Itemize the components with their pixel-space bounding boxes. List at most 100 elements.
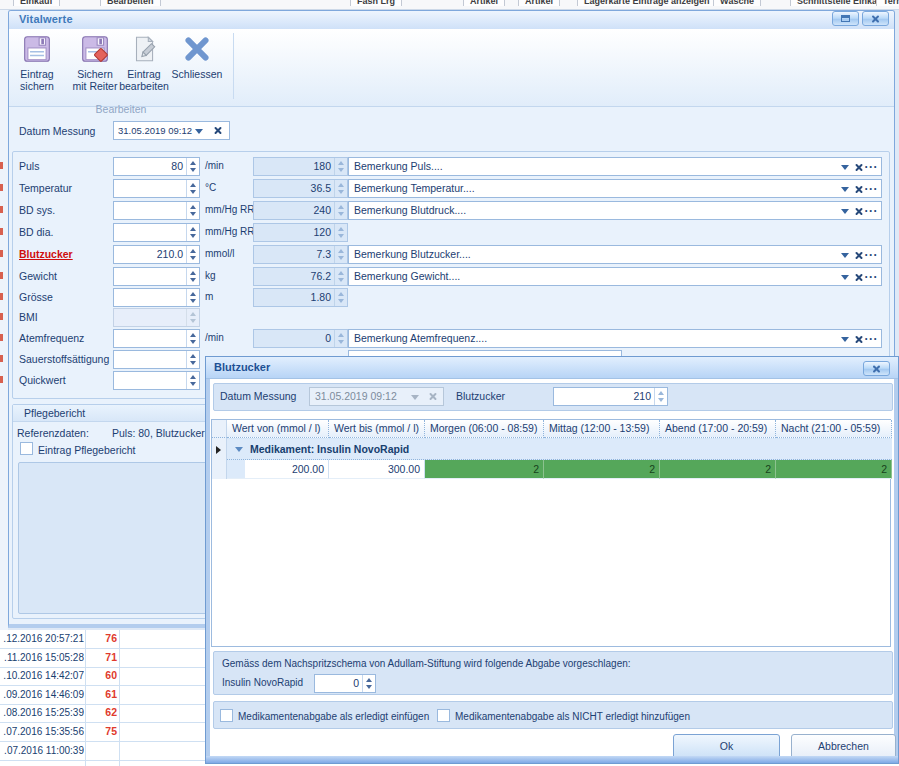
history-value: 60 [86, 669, 117, 681]
insulin-input[interactable]: 0 [314, 674, 376, 693]
vital-value-input[interactable] [113, 179, 200, 198]
history-datetime: .07.2016 15:35:56 [0, 726, 84, 737]
grid-cell-dose[interactable]: 2 [776, 460, 892, 479]
spinner[interactable] [186, 268, 199, 285]
spinner[interactable] [186, 224, 199, 241]
spinner[interactable] [334, 330, 347, 347]
vital-value-input[interactable] [113, 201, 200, 220]
dialog-titlebar[interactable]: Blutzucker [206, 357, 898, 379]
vital-value-input[interactable] [113, 308, 200, 327]
grid-column-header[interactable]: Nacht (21:00 - 05:59) [776, 420, 892, 438]
spinner[interactable] [334, 289, 347, 306]
vital-label: Grösse [19, 291, 53, 303]
nicht-erledigt-checkbox[interactable] [437, 709, 450, 722]
spinner[interactable] [334, 268, 347, 285]
grid-column-header[interactable]: Morgen (06:00 - 08:59) [425, 420, 544, 438]
schema-grid: Wert von (mmol / l)Wert bis (mmol / l)Mo… [211, 419, 891, 647]
spinner[interactable] [186, 372, 199, 389]
vital-remark-combo[interactable]: Bemerkung Blutdruck....··· [348, 201, 882, 220]
grid-column-header[interactable]: Wert bis (mmol / l) [329, 420, 425, 438]
spinner[interactable] [186, 330, 199, 347]
spinner[interactable] [334, 202, 347, 219]
vital-remark-combo[interactable]: Bemerkung Gewicht.... ··· [348, 267, 882, 286]
eintrag-pflegebericht-checkbox[interactable] [20, 442, 33, 455]
spinner[interactable] [334, 224, 347, 241]
background-tab-fragment: Artikel [518, 0, 560, 6]
spinner[interactable] [186, 246, 199, 263]
spinner[interactable] [334, 158, 347, 175]
erledigt-checkbox[interactable] [220, 709, 233, 722]
clear-icon[interactable] [854, 163, 863, 172]
vital-ref-input[interactable]: 120 [253, 223, 348, 242]
vital-value-input[interactable] [113, 371, 200, 390]
background-app-strip: EinkaufBearbeitenFash LrgArtikelArtikelL… [0, 0, 899, 10]
vital-value-input[interactable] [113, 223, 200, 242]
spinner[interactable] [334, 246, 347, 263]
vital-ref-input[interactable]: 240 [253, 201, 348, 220]
history-value: 76 [86, 632, 117, 644]
grid-cell-wert-bis[interactable]: 300.00 [329, 460, 425, 479]
more-icon[interactable]: ··· [865, 204, 879, 218]
grid-column-header[interactable]: Abend (17:00 - 20:59) [660, 420, 776, 438]
more-icon[interactable]: ··· [865, 270, 879, 284]
collapse-icon[interactable] [235, 447, 243, 452]
dialog-blutzucker-input[interactable]: 210 [553, 387, 668, 406]
dialog-datum-combo[interactable]: 31.05.2019 09:12 [309, 387, 444, 406]
more-icon[interactable]: ··· [865, 182, 879, 196]
erledigt-label: Medikamentenabgabe als erledigt einfügen [238, 711, 429, 722]
clear-icon[interactable] [854, 335, 863, 344]
grid-column-header[interactable]: Mittag (12:00 - 13:59) [544, 420, 660, 438]
grid-cell-dose[interactable]: 2 [544, 460, 660, 479]
remark-text: Bemerkung Gewicht.... [354, 270, 460, 282]
more-icon[interactable]: ··· [865, 332, 879, 346]
spinner[interactable] [186, 351, 199, 368]
vital-value-input[interactable] [113, 288, 200, 307]
background-tab-fragment: Bearbeiten [100, 0, 161, 6]
grid-cell-dose[interactable]: 2 [660, 460, 776, 479]
dropdown-icon[interactable] [841, 165, 849, 170]
grid-column-header[interactable]: Wert von (mmol / l) [227, 420, 329, 438]
vital-remark-combo[interactable]: Bemerkung Temperatur....··· [348, 179, 882, 198]
vital-value-input[interactable] [113, 329, 200, 348]
dropdown-icon[interactable] [841, 337, 849, 342]
clear-icon[interactable] [854, 273, 863, 282]
more-icon[interactable]: ··· [865, 160, 879, 174]
spinner[interactable] [186, 202, 199, 219]
spinner[interactable] [186, 180, 199, 197]
spinner[interactable] [654, 388, 667, 405]
vital-ref-value: 180 [254, 158, 334, 175]
spinner[interactable] [186, 289, 199, 306]
vital-remark-combo[interactable]: Bemerkung Atemfrequenz....··· [348, 329, 882, 348]
spinner[interactable] [334, 180, 347, 197]
dropdown-icon[interactable] [841, 187, 849, 192]
vital-ref-input[interactable]: 1.80 [253, 288, 348, 307]
spinner[interactable] [186, 309, 199, 326]
vital-value [114, 224, 186, 241]
grid-group-row[interactable]: Medikament: Insulin NovoRapid [227, 438, 892, 460]
more-icon[interactable]: ··· [865, 248, 879, 262]
spinner[interactable] [186, 158, 199, 175]
clear-icon[interactable] [854, 207, 863, 216]
vital-remark-combo[interactable]: Bemerkung Puls....··· [348, 157, 882, 176]
dropdown-icon[interactable] [841, 209, 849, 214]
vital-value-input[interactable] [113, 350, 200, 369]
dialog-close-button[interactable] [863, 361, 890, 376]
vital-ref-input[interactable]: 76.2 [253, 267, 348, 286]
vital-value-input[interactable]: 80 [113, 157, 200, 176]
vital-ref-input[interactable]: 36.5 [253, 179, 348, 198]
grid-cell-wert-von[interactable]: 200.00 [245, 460, 329, 479]
dropdown-icon[interactable] [841, 275, 849, 280]
vital-value-input[interactable] [113, 267, 200, 286]
grid-cell-dose[interactable]: 2 [425, 460, 544, 479]
history-datetime: .10.2016 14:42:07 [0, 670, 84, 681]
vital-ref-input[interactable]: 7.3 [253, 245, 348, 264]
clear-icon[interactable] [854, 185, 863, 194]
spinner[interactable] [362, 675, 375, 692]
vital-ref-value: 76.2 [254, 268, 334, 285]
clear-icon[interactable] [854, 251, 863, 260]
vital-value-input[interactable]: 210.0 [113, 245, 200, 264]
vital-remark-combo[interactable]: Bemerkung Blutzucker....··· [348, 245, 882, 264]
dropdown-icon[interactable] [841, 253, 849, 258]
vital-ref-input[interactable]: 180 [253, 157, 348, 176]
vital-ref-input[interactable]: 0 [253, 329, 348, 348]
